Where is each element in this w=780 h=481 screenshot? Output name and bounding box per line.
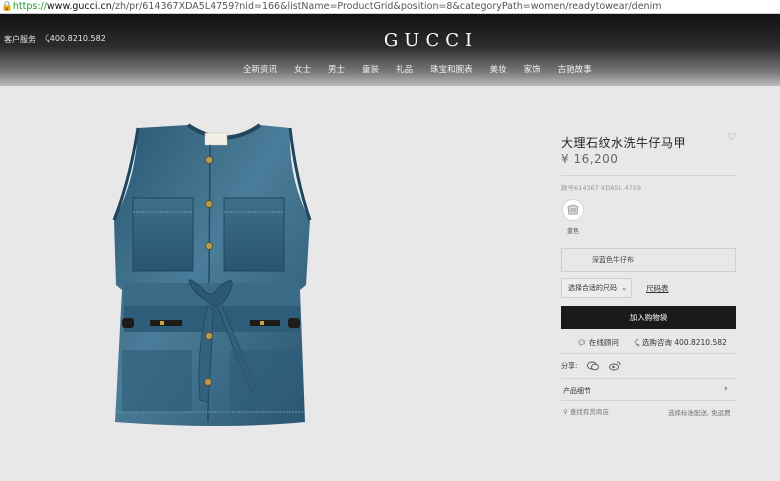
color-label: 蓝色 — [567, 228, 580, 235]
chat-bubble-icon: 💬︎ — [577, 338, 587, 347]
heart-icon[interactable]: ♡ — [727, 132, 736, 143]
phone-consult-label: 选购咨询 400.8210.582 — [641, 338, 727, 347]
add-to-bag-button[interactable]: 加入购物袋 — [561, 306, 736, 329]
shipping-info: 选择标准配送, 免运费 — [668, 409, 731, 417]
wechat-icon[interactable] — [587, 361, 600, 371]
product-image-denim-vest[interactable] — [100, 100, 350, 460]
chevron-down-icon: ⌄ — [621, 284, 627, 292]
color-swatch-blue[interactable] — [562, 199, 584, 221]
location-pin-icon: ⚲ — [563, 408, 568, 416]
url-path: /zh/pr/614367XDA5L4759?nid=166&listName=… — [111, 1, 662, 12]
gucci-logo[interactable]: GUCCI — [0, 30, 780, 51]
share-row: 分享: — [561, 361, 621, 371]
site-header: 客户服务 ⤹400.8210.582 GUCCI 全新资讯 女士 男士 童装 礼… — [0, 14, 780, 86]
nav-item-gifts[interactable]: 礼品 — [396, 63, 413, 75]
nav-item-beauty[interactable]: 美妆 — [490, 63, 507, 75]
divider — [561, 175, 736, 176]
chevron-right-icon[interactable]: › — [724, 384, 728, 394]
product-title: 大理石纹水洗牛仔马甲 — [561, 136, 687, 150]
product-price: ¥ 16,200 — [561, 152, 619, 166]
url-scheme: https:// — [12, 1, 47, 12]
lock-icon: 🔒 — [1, 1, 13, 12]
size-select[interactable]: 选择合适的尺码 ⌄ — [561, 278, 632, 298]
product-details-toggle[interactable]: 产品细节 — [563, 386, 591, 396]
address-bar[interactable]: 🔒https://www.gucci.cn/zh/pr/614367XDA5L4… — [0, 0, 780, 14]
nav-item-women[interactable]: 女士 — [294, 63, 311, 75]
share-label: 分享: — [561, 362, 578, 370]
nav-item-men[interactable]: 男士 — [328, 63, 345, 75]
find-store-label: 查找有货商店 — [569, 408, 609, 416]
size-guide-link[interactable]: 尺码表 — [646, 283, 669, 294]
nav-item-jewelry-watches[interactable]: 珠宝和腕表 — [430, 63, 473, 75]
divider — [561, 353, 736, 354]
product-sku: 款号614367 XDA5L 4759 — [561, 184, 642, 192]
online-consultant-label: 在线顾问 — [588, 338, 619, 347]
divider — [561, 400, 736, 401]
phone-icon: ⤹ — [635, 338, 640, 347]
main-nav: 全新资讯 女士 男士 童装 礼品 珠宝和腕表 美妆 家饰 古驰故事 — [243, 63, 609, 75]
weibo-icon[interactable] — [609, 361, 621, 371]
online-consultant-link[interactable]: 💬︎ 在线顾问 — [577, 337, 619, 348]
nav-item-stories[interactable]: 古驰故事 — [558, 63, 592, 75]
nav-item-children[interactable]: 童装 — [362, 63, 379, 75]
denim-swatch-icon — [567, 204, 579, 215]
divider — [561, 378, 736, 379]
url-host: www.gucci.cn — [46, 1, 112, 12]
size-select-label: 选择合适的尺码 — [568, 284, 617, 292]
material-option[interactable]: 深蓝色牛仔布 — [561, 248, 736, 272]
find-store-link[interactable]: ⚲ 查找有货商店 — [563, 406, 609, 416]
phone-consult-link[interactable]: ⤹ 选购咨询 400.8210.582 — [635, 337, 727, 348]
nav-item-new[interactable]: 全新资讯 — [243, 63, 277, 75]
nav-item-decor[interactable]: 家饰 — [524, 63, 541, 75]
